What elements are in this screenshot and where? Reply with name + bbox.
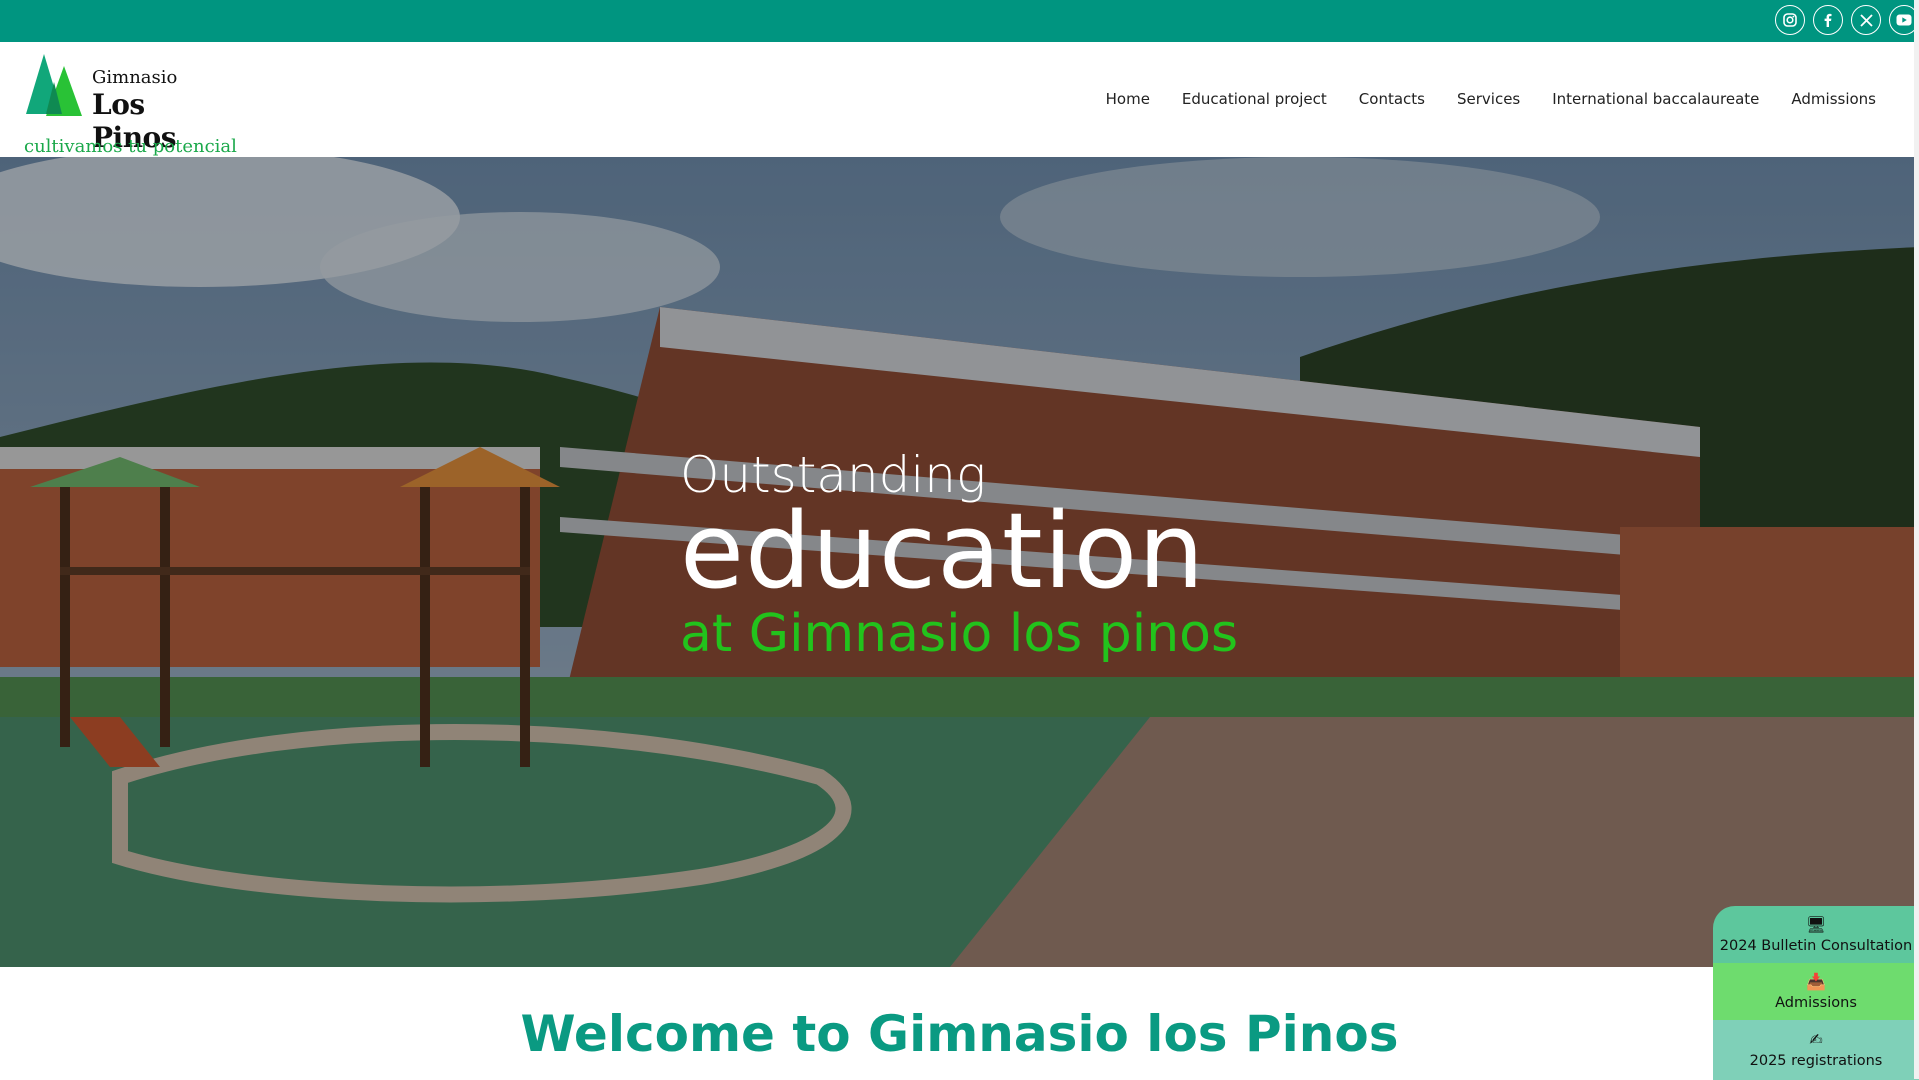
logo-tagline: cultivamos tu potencial xyxy=(24,136,237,157)
facebook-link[interactable] xyxy=(1813,5,1843,35)
x-twitter-icon xyxy=(1859,13,1873,27)
nav-contacts[interactable]: Contacts xyxy=(1359,90,1425,108)
quick-link-bulletin[interactable]: 🖥 2024 Bulletin Consultation xyxy=(1713,906,1919,963)
quick-link-registrations-label: 2025 registrations xyxy=(1749,1053,1883,1069)
main-navigation: Home Educational project Contacts Servic… xyxy=(1106,90,1876,108)
computer-icon: 🖥 xyxy=(1805,914,1827,934)
youtube-icon xyxy=(1896,14,1912,26)
nav-admissions[interactable]: Admissions xyxy=(1791,90,1876,108)
x-twitter-link[interactable] xyxy=(1851,5,1881,35)
nav-home[interactable]: Home xyxy=(1106,90,1150,108)
quick-link-admissions-label: Admissions xyxy=(1775,994,1857,1011)
nav-services[interactable]: Services xyxy=(1457,90,1520,108)
hero-heading: Outstanding education at Gimnasio los pi… xyxy=(680,447,1238,669)
quick-link-registrations[interactable]: ✍ 2025 registrations xyxy=(1713,1020,1919,1080)
signature-icon: ✍ xyxy=(1809,1030,1823,1049)
hero-line-education: education xyxy=(680,490,1206,612)
site-header: Gimnasio Los Pinos cultivamos tu potenci… xyxy=(0,42,1914,157)
top-bar xyxy=(0,0,1919,42)
facebook-icon xyxy=(1824,13,1832,27)
logo-text-gimnasio: Gimnasio xyxy=(92,67,178,88)
page-scrollbar[interactable] xyxy=(1914,0,1919,1079)
instagram-link[interactable] xyxy=(1775,5,1805,35)
nav-international-baccalaureate[interactable]: International baccalaureate xyxy=(1552,90,1759,108)
quick-link-bulletin-label: 2024 Bulletin Consultation xyxy=(1719,937,1913,954)
hero-line-gimnasio: at Gimnasio los pinos xyxy=(680,604,1239,664)
nav-educational-project[interactable]: Educational project xyxy=(1182,90,1327,108)
inbox-icon: 📥 xyxy=(1806,971,1826,991)
hero-banner: Outstanding education at Gimnasio los pi… xyxy=(0,157,1919,967)
pine-trees-logo-icon xyxy=(26,54,82,116)
welcome-heading: Welcome to Gimnasio los Pinos xyxy=(520,1005,1399,1063)
instagram-icon xyxy=(1783,13,1797,27)
site-logo[interactable]: Gimnasio Los Pinos cultivamos tu potenci… xyxy=(24,52,237,157)
quick-link-admissions[interactable]: 📥 Admissions xyxy=(1713,963,1919,1020)
quick-links-panel: 🖥 2024 Bulletin Consultation 📥 Admission… xyxy=(1713,906,1919,1080)
social-links xyxy=(1775,5,1919,35)
